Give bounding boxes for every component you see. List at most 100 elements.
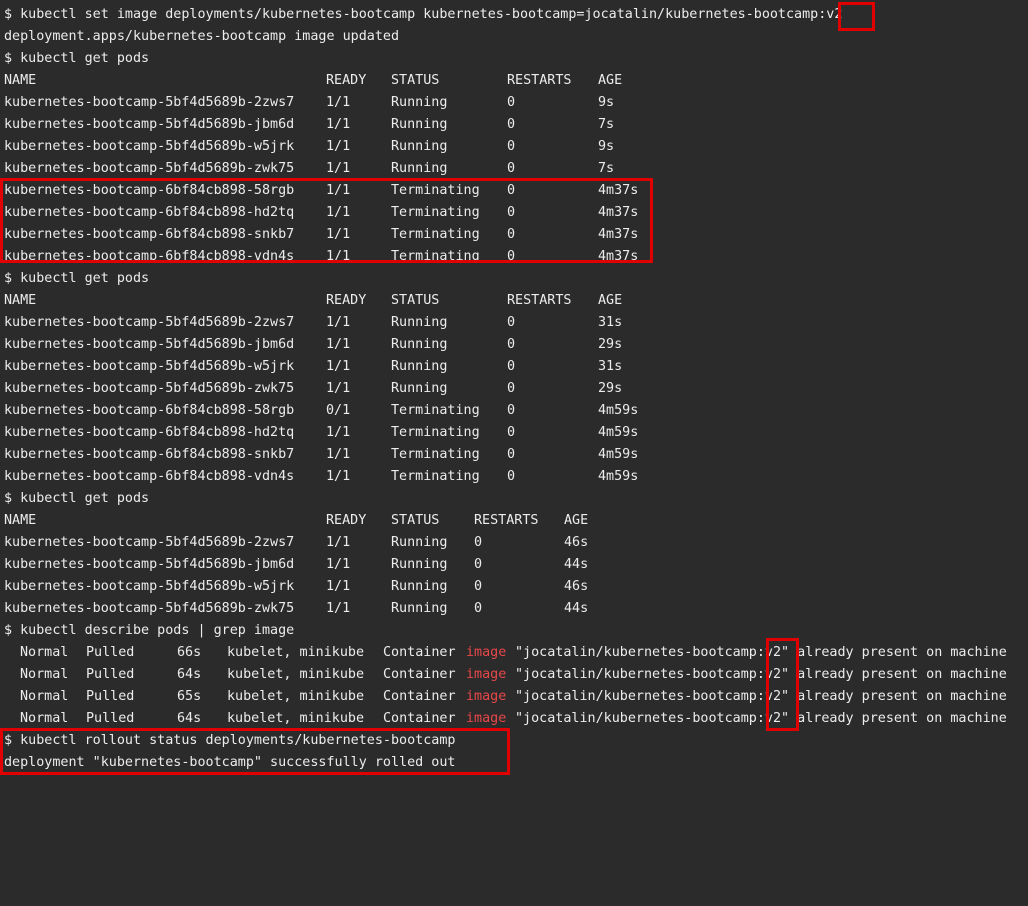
table-row: kubernetes-bootcamp-6bf84cb898-snkb7 1/1… <box>4 444 638 466</box>
pod-restarts: 0 <box>507 183 516 198</box>
pod-age: 7s <box>598 117 615 132</box>
header-status: STATUS <box>391 73 440 88</box>
pod-ready: 0/1 <box>326 403 351 418</box>
pod-restarts: 0 <box>507 425 516 440</box>
pod-restarts: 0 <box>507 447 516 462</box>
pod-name: kubernetes-bootcamp-5bf4d5689b-jbm6d <box>4 117 295 132</box>
pod-ready: 1/1 <box>326 139 351 154</box>
pod-status: Running <box>391 117 448 132</box>
table-row: kubernetes-bootcamp-5bf4d5689b-zwk75 1/1… <box>4 158 614 180</box>
event-line: Normal Pulled 66s kubelet, minikube Cont… <box>4 642 1007 664</box>
pod-restarts: 0 <box>507 469 516 484</box>
pod-status: Terminating <box>391 469 480 484</box>
event-from: kubelet, minikube <box>227 689 365 704</box>
pod-age: 7s <box>598 161 615 176</box>
pod-name: kubernetes-bootcamp-6bf84cb898-vdn4s <box>4 249 295 264</box>
pod-name: kubernetes-bootcamp-6bf84cb898-hd2tq <box>4 425 295 440</box>
header-ready: READY <box>326 73 367 88</box>
pod-name: kubernetes-bootcamp-6bf84cb898-58rgb <box>4 183 295 198</box>
grep-match: image <box>466 645 507 660</box>
pod-ready: 1/1 <box>326 557 351 572</box>
pod-status: Terminating <box>391 183 480 198</box>
table-row: kubernetes-bootcamp-5bf4d5689b-w5jrk 1/1… <box>4 576 588 598</box>
pod-name: kubernetes-bootcamp-6bf84cb898-hd2tq <box>4 205 295 220</box>
header-name: NAME <box>4 73 37 88</box>
header-age: AGE <box>564 513 589 528</box>
terminal-window[interactable]: $ kubectl set image deployments/kubernet… <box>0 0 1028 777</box>
command-line: $ kubectl set image deployments/kubernet… <box>4 7 843 22</box>
header-age: AGE <box>598 73 623 88</box>
pod-restarts: 0 <box>507 139 516 154</box>
pod-name: kubernetes-bootcamp-5bf4d5689b-jbm6d <box>4 557 295 572</box>
pod-name: kubernetes-bootcamp-5bf4d5689b-w5jrk <box>4 139 295 154</box>
table-row: kubernetes-bootcamp-6bf84cb898-snkb7 1/1… <box>4 224 638 246</box>
pod-status: Terminating <box>391 249 480 264</box>
header-ready: READY <box>326 513 367 528</box>
event-age: 66s <box>177 645 202 660</box>
event-message-prefix: Container <box>383 689 456 704</box>
table-row: kubernetes-bootcamp-5bf4d5689b-zwk75 1/1… <box>4 378 622 400</box>
pod-status: Running <box>391 381 448 396</box>
pod-ready: 1/1 <box>326 535 351 550</box>
pod-age: 31s <box>598 315 623 330</box>
pod-restarts: 0 <box>507 227 516 242</box>
pod-restarts: 0 <box>507 403 516 418</box>
command-line: $ kubectl get pods <box>4 491 150 506</box>
table-row: kubernetes-bootcamp-5bf4d5689b-2zws7 1/1… <box>4 312 622 334</box>
event-type: Normal <box>20 689 69 704</box>
pod-status: Running <box>391 557 448 572</box>
pod-ready: 1/1 <box>326 117 351 132</box>
pod-ready: 1/1 <box>326 601 351 616</box>
pod-status: Running <box>391 139 448 154</box>
pod-ready: 1/1 <box>326 95 351 110</box>
table-row: kubernetes-bootcamp-6bf84cb898-hd2tq 1/1… <box>4 202 638 224</box>
event-type: Normal <box>20 645 69 660</box>
pod-status: Terminating <box>391 425 480 440</box>
pod-name: kubernetes-bootcamp-6bf84cb898-58rgb <box>4 403 295 418</box>
table-row: kubernetes-bootcamp-6bf84cb898-58rgb 1/1… <box>4 180 638 202</box>
pod-ready: 1/1 <box>326 425 351 440</box>
pod-restarts: 0 <box>507 117 516 132</box>
pod-age: 4m59s <box>598 403 639 418</box>
pod-status: Running <box>391 315 448 330</box>
event-age: 64s <box>177 711 202 726</box>
pod-status: Terminating <box>391 227 480 242</box>
event-line: Normal Pulled 64s kubelet, minikube Cont… <box>4 708 1007 730</box>
pod-ready: 1/1 <box>326 469 351 484</box>
pod-name: kubernetes-bootcamp-5bf4d5689b-2zws7 <box>4 315 295 330</box>
grep-match: image <box>466 711 507 726</box>
pod-ready: 1/1 <box>326 183 351 198</box>
table-row: kubernetes-bootcamp-6bf84cb898-58rgb 0/1… <box>4 400 638 422</box>
pod-restarts: 0 <box>507 337 516 352</box>
event-reason: Pulled <box>86 711 135 726</box>
pod-restarts: 0 <box>507 161 516 176</box>
pod-name: kubernetes-bootcamp-6bf84cb898-vdn4s <box>4 469 295 484</box>
command-line: $ kubectl describe pods | grep image <box>4 623 295 638</box>
pod-restarts: 0 <box>507 381 516 396</box>
pod-name: kubernetes-bootcamp-5bf4d5689b-2zws7 <box>4 535 295 550</box>
event-message-prefix: Container <box>383 667 456 682</box>
pod-age: 29s <box>598 381 623 396</box>
pod-age: 46s <box>564 535 589 550</box>
pod-age: 4m37s <box>598 227 639 242</box>
pod-age: 44s <box>564 601 589 616</box>
pod-name: kubernetes-bootcamp-5bf4d5689b-zwk75 <box>4 381 295 396</box>
pod-ready: 1/1 <box>326 205 351 220</box>
pod-ready: 1/1 <box>326 381 351 396</box>
pod-restarts: 0 <box>474 535 483 550</box>
header-ready: READY <box>326 293 367 308</box>
pod-restarts: 0 <box>507 359 516 374</box>
pod-ready: 1/1 <box>326 447 351 462</box>
pod-restarts: 0 <box>474 601 483 616</box>
event-from: kubelet, minikube <box>227 667 365 682</box>
pod-name: kubernetes-bootcamp-5bf4d5689b-w5jrk <box>4 359 295 374</box>
pod-status: Terminating <box>391 447 480 462</box>
pod-age: 4m59s <box>598 425 639 440</box>
pod-status: Running <box>391 337 448 352</box>
table-row: kubernetes-bootcamp-6bf84cb898-hd2tq 1/1… <box>4 422 638 444</box>
pod-name: kubernetes-bootcamp-6bf84cb898-snkb7 <box>4 447 295 462</box>
pod-name: kubernetes-bootcamp-5bf4d5689b-w5jrk <box>4 579 295 594</box>
header-name: NAME <box>4 293 37 308</box>
pod-age: 4m59s <box>598 469 639 484</box>
event-reason: Pulled <box>86 645 135 660</box>
